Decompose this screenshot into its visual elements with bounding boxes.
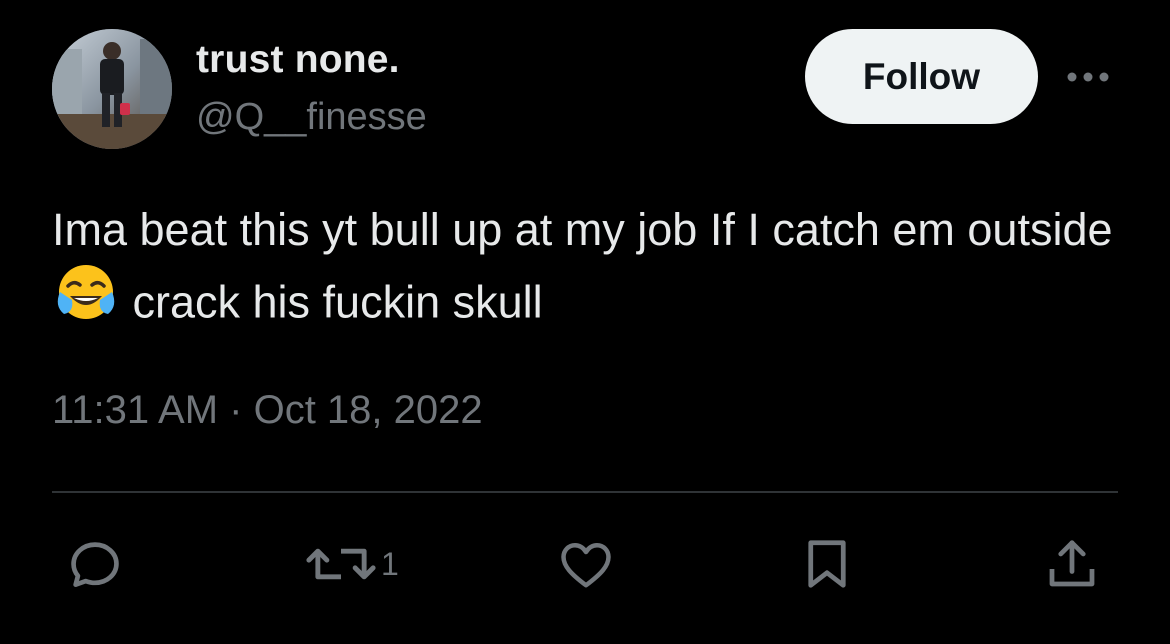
retweet-count: 1 bbox=[381, 545, 399, 582]
tweet-text: Ima beat this yt bull up at my job If I … bbox=[52, 194, 1132, 345]
reply-button[interactable] bbox=[64, 533, 126, 595]
reply-icon bbox=[64, 533, 126, 595]
bookmark-button[interactable] bbox=[797, 533, 857, 595]
tweet-card: trust none. @Q__finesse Follow Ima beat … bbox=[0, 0, 1170, 644]
author-display-name[interactable]: trust none. bbox=[196, 38, 400, 82]
avatar-photo bbox=[52, 29, 172, 149]
bookmark-icon bbox=[797, 533, 857, 595]
avatar[interactable] bbox=[52, 29, 172, 149]
retweet-button[interactable]: 1 bbox=[305, 533, 399, 595]
tweet-text-part-1: Ima beat this yt bull up at my job If I … bbox=[52, 204, 1113, 255]
heart-icon bbox=[556, 533, 616, 595]
retweet-icon bbox=[305, 533, 377, 595]
share-button[interactable] bbox=[1042, 533, 1102, 595]
like-button[interactable] bbox=[556, 533, 616, 595]
share-icon bbox=[1042, 533, 1102, 595]
tears-of-joy-emoji bbox=[54, 260, 118, 345]
more-horizontal-icon[interactable] bbox=[1064, 64, 1112, 90]
follow-button[interactable]: Follow bbox=[805, 29, 1038, 124]
divider bbox=[52, 491, 1118, 493]
tweet-timestamp[interactable]: 11:31 AM · Oct 18, 2022 bbox=[52, 388, 483, 433]
author-handle[interactable]: @Q__finesse bbox=[196, 96, 427, 139]
tweet-text-part-2: crack his fuckin skull bbox=[120, 276, 543, 328]
